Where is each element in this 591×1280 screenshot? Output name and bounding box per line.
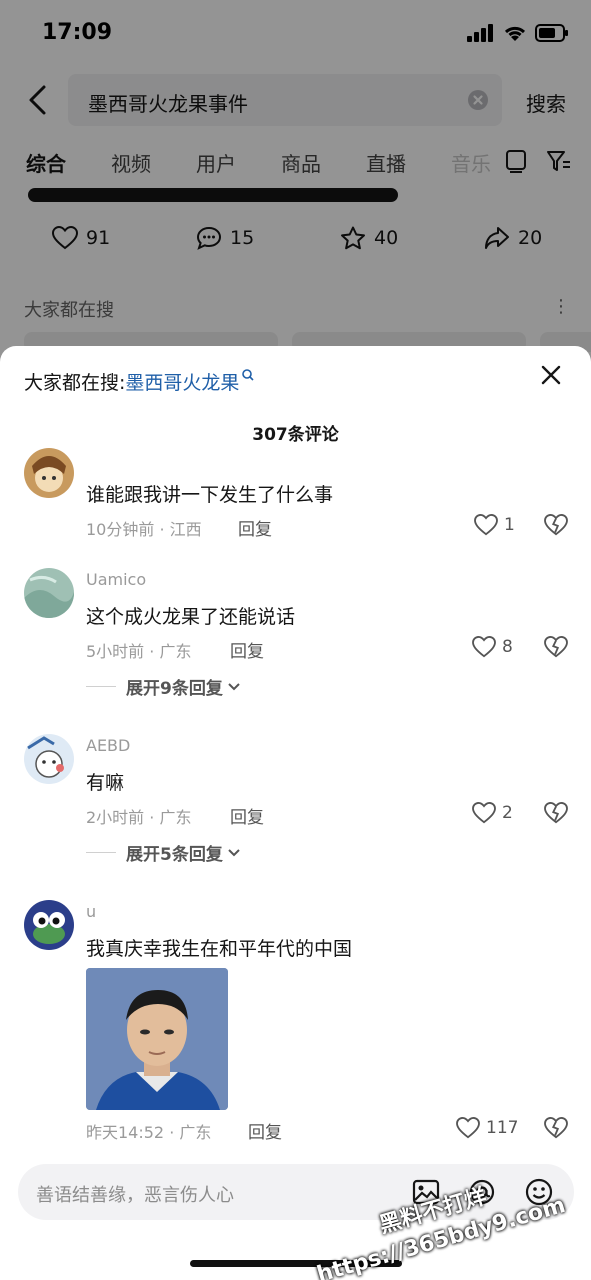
comment-like-count: 117 (486, 1118, 519, 1138)
chevron-down-icon (228, 848, 240, 856)
comment-input-placeholder: 善语结善缘，恶言伤人心 (36, 1185, 234, 1206)
chevron-down-icon (228, 682, 240, 690)
expand-replies-button[interactable]: 展开5条回复 (86, 840, 241, 865)
comment-like[interactable]: 1 (474, 514, 515, 536)
comments-sheet: 大家都在搜:墨西哥火龙果 307条评论 谁能跟我讲一下发生了什么事 10分钟前 … (0, 346, 591, 1280)
comment-like[interactable]: 117 (456, 1117, 518, 1139)
comment-item: u 我真庆幸我生在和平年代的中国 昨天14:52 · 广东 回复 117 (0, 900, 591, 1150)
comment-like[interactable]: 8 (472, 636, 513, 658)
comment-username[interactable]: u (86, 902, 96, 921)
avatar[interactable] (24, 734, 74, 784)
broken-heart-icon[interactable] (544, 514, 568, 536)
expand-replies-label: 展开9条回复 (126, 679, 223, 699)
sheet-hot-query[interactable]: 墨西哥火龙果 (125, 372, 239, 394)
reply-button[interactable]: 回复 (248, 1118, 282, 1143)
broken-heart-icon[interactable] (544, 636, 568, 658)
expand-replies-button[interactable]: 展开9条回复 (86, 674, 241, 699)
search-icon (242, 369, 254, 381)
comment-text: 谁能跟我讲一下发生了什么事 (86, 484, 334, 506)
sheet-hot-prefix: 大家都在搜: (24, 372, 126, 394)
heart-icon (474, 514, 498, 536)
divider (86, 686, 116, 687)
heart-icon (456, 1117, 480, 1139)
comment-like-count: 1 (504, 515, 515, 535)
comment-text: 有嘛 (86, 772, 125, 794)
heart-icon (472, 802, 496, 824)
sheet-hot-search[interactable]: 大家都在搜:墨西哥火龙果 (24, 368, 255, 395)
comment-text: 我真庆幸我生在和平年代的中国 (86, 938, 353, 960)
heart-icon (472, 636, 496, 658)
comment-text: 这个成火龙果了还能说话 (86, 606, 296, 628)
comment-username[interactable]: Uamico (86, 570, 146, 589)
comment-meta: 10分钟前 · 江西 (86, 520, 202, 539)
comment-like-count: 8 (502, 637, 513, 657)
comment-username[interactable]: AEBD (86, 736, 130, 755)
broken-heart-icon[interactable] (544, 1117, 568, 1139)
comment-meta: 昨天14:52 · 广东 (86, 1123, 212, 1142)
comment-meta: 2小时前 · 广东 (86, 808, 192, 827)
reply-button[interactable]: 回复 (230, 637, 264, 662)
comment-like-count: 2 (502, 803, 513, 823)
comment-meta: 5小时前 · 广东 (86, 642, 192, 661)
comment-item: AEBD 有嘛 2小时前 · 广东 回复 2 展开5条回复 (0, 734, 591, 874)
comment-item: 谁能跟我讲一下发生了什么事 10分钟前 · 江西 回复 1 (0, 448, 591, 550)
reply-button[interactable]: 回复 (230, 803, 264, 828)
avatar[interactable] (24, 448, 74, 498)
close-icon[interactable] (538, 362, 564, 388)
broken-heart-icon[interactable] (544, 802, 568, 824)
reply-button[interactable]: 回复 (238, 515, 272, 540)
avatar[interactable] (24, 900, 74, 950)
avatar[interactable] (24, 568, 74, 618)
comment-count-title: 307条评论 (252, 425, 339, 445)
expand-replies-label: 展开5条回复 (126, 845, 223, 865)
comment-like[interactable]: 2 (472, 802, 513, 824)
divider (86, 852, 116, 853)
comment-image[interactable] (86, 968, 228, 1110)
comment-item: Uamico 这个成火龙果了还能说话 5小时前 · 广东 回复 8 展开9条回复 (0, 568, 591, 708)
